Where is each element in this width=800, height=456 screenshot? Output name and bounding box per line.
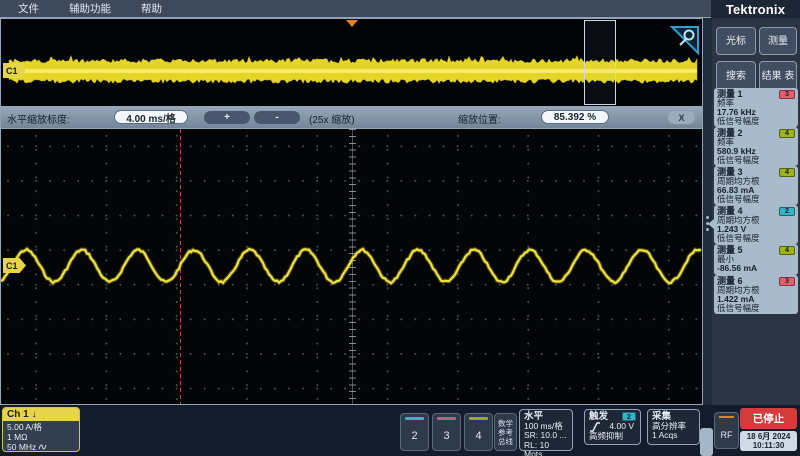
measurement-badge-3[interactable]: 测量 3 4 周期均方根 66.83 mA 低信号幅度: [714, 166, 798, 205]
zoom-out-button[interactable]: -: [254, 111, 300, 124]
trigger-title: 触发: [589, 412, 608, 422]
trigger-panel[interactable]: 触发 2 4.00 V 高频抑制: [584, 409, 641, 445]
zoom-close-button[interactable]: X: [668, 111, 695, 124]
channel3-color-stripe: [437, 417, 456, 420]
zoom-control-bar: 水平缩放标度: 4.00 ms/格 + - (25x 缩放) 缩放位置: 85.…: [0, 107, 703, 128]
horizontal-panel[interactable]: 水平 100 ms/格 SR: 10.0 ... RL: 10 Mpts: [519, 409, 573, 451]
measurement-status: 低信号幅度: [717, 234, 795, 243]
datetime-display: 18 6月 2024 10:11:30: [740, 431, 797, 451]
measurement-badge-4[interactable]: 测量 4 2 周期均方根 1.243 V 低信号幅度: [714, 205, 798, 244]
tektronix-logo: Tektronix: [726, 2, 785, 17]
measurement-status: 低信号幅度: [717, 195, 795, 204]
partial-panel: [700, 428, 713, 456]
math-ref-bus-button[interactable]: 数学 参考 总线: [494, 413, 517, 451]
channel2-label: 2: [401, 430, 428, 442]
rf-label: RF: [715, 430, 738, 440]
zoom-window-selector[interactable]: [584, 20, 616, 105]
date-text: 18 6月 2024: [747, 432, 791, 441]
bus-label: 总线: [498, 437, 513, 446]
selected-badge-notch: [708, 219, 714, 229]
channel3-button[interactable]: 3: [432, 413, 461, 451]
measure-button[interactable]: 测量: [759, 27, 797, 55]
bandwidth-limit-icon: [38, 443, 47, 451]
source-channel-chip: 4: [779, 129, 795, 138]
menu-file[interactable]: 文件: [18, 1, 39, 16]
acquisition-count: 1 Acqs: [652, 431, 695, 441]
trigger-coupling: 高频抑制: [589, 432, 636, 442]
channel1-badge[interactable]: Ch 1 ↓ 5.00 A/格 1 MΩ 50 MHz: [2, 407, 80, 452]
zoom-scale-value[interactable]: 4.00 ms/格: [114, 110, 188, 124]
channel4-button[interactable]: 4: [464, 413, 493, 451]
measurement-status: 低信号幅度: [717, 304, 795, 313]
search-button[interactable]: 搜索: [716, 61, 756, 91]
source-channel-chip: 4: [779, 246, 795, 255]
zoom-mode-icon[interactable]: [669, 24, 701, 56]
record-length: RL: 10 Mpts: [524, 441, 568, 456]
panel-gutter: [703, 18, 712, 405]
measurement-badge-5[interactable]: 测量 5 4 最小 -86.56 mA: [714, 244, 798, 275]
zoom-scale-label: 水平缩放标度:: [7, 111, 70, 126]
menu-help[interactable]: 帮助: [141, 1, 162, 16]
channel2-button[interactable]: 2: [400, 413, 429, 451]
source-channel-chip: 3: [779, 90, 795, 99]
rf-color-stripe: [719, 416, 734, 418]
math-label: 数学: [498, 419, 513, 428]
waveform-overview-strip[interactable]: C1: [0, 18, 703, 107]
channel4-label: 4: [465, 430, 492, 442]
trigger-source-chip: 2: [622, 412, 636, 421]
cursor-button[interactable]: 光标: [716, 27, 756, 55]
channel1-waveform: [1, 129, 702, 404]
channel1-bandwidth: 50 MHz: [7, 442, 36, 452]
zoom-position-label: 缩放位置:: [458, 111, 501, 126]
source-channel-chip: 2: [779, 207, 795, 216]
zoom-position-value[interactable]: 85.392 %: [541, 110, 609, 124]
channel1-impedance: 1 MΩ: [7, 432, 75, 442]
brand-zone: Tektronix: [711, 0, 800, 18]
ref-label: 参考: [498, 428, 513, 437]
measurement-status: 低信号幅度: [717, 156, 795, 165]
zoom-in-button[interactable]: +: [204, 111, 250, 124]
channel1-name: Ch 1: [7, 409, 29, 420]
results-table-button[interactable]: 结果 表: [759, 61, 797, 91]
menu-bar: 文件 辅助功能 帮助: [0, 0, 711, 18]
main-waveform-view[interactable]: C1: [0, 128, 703, 405]
source-channel-chip: 4: [779, 168, 795, 177]
channel4-color-stripe: [469, 417, 488, 420]
measurement-badge-6[interactable]: 测量 6 3 周期均方根 1.422 mA 低信号幅度: [714, 275, 798, 314]
measurement-status: 低信号幅度: [717, 117, 795, 126]
arrow-down-icon: ↓: [32, 409, 37, 420]
run-stop-status[interactable]: 已停止: [740, 408, 797, 429]
acquisition-panel[interactable]: 采集 高分辨率 1 Acqs: [647, 409, 700, 445]
time-text: 10:11:30: [753, 441, 785, 450]
results-sidebar: 光标 测量 搜索 结果 表 测量 1 3 频率 17.76 kHz 低信号幅度 …: [712, 18, 800, 405]
channel2-color-stripe: [405, 417, 424, 420]
trigger-position-marker-icon[interactable]: [346, 20, 358, 27]
channel1-scale: 5.00 A/格: [7, 422, 75, 432]
oscilloscope-screen: 文件 辅助功能 帮助 Tektronix C1 水平缩放标度: 4.00 ms/…: [0, 0, 800, 456]
trigger-level: 4.00 V: [604, 422, 636, 432]
measurement-badge-2[interactable]: 测量 2 4 频率 580.9 kHz 低信号幅度: [714, 127, 798, 166]
menu-utility[interactable]: 辅助功能: [69, 1, 111, 16]
bottom-status-bar: Ch 1 ↓ 5.00 A/格 1 MΩ 50 MHz 2 3 4: [0, 405, 800, 456]
channel3-label: 3: [433, 430, 460, 442]
zoom-ratio-label: (25x 缩放): [309, 111, 355, 126]
measurement-value: -86.56 mA: [717, 264, 795, 273]
source-channel-chip: 3: [779, 277, 795, 286]
rf-button[interactable]: RF: [714, 412, 739, 449]
measurement-badge-1[interactable]: 测量 1 3 频率 17.76 kHz 低信号幅度: [714, 88, 798, 127]
